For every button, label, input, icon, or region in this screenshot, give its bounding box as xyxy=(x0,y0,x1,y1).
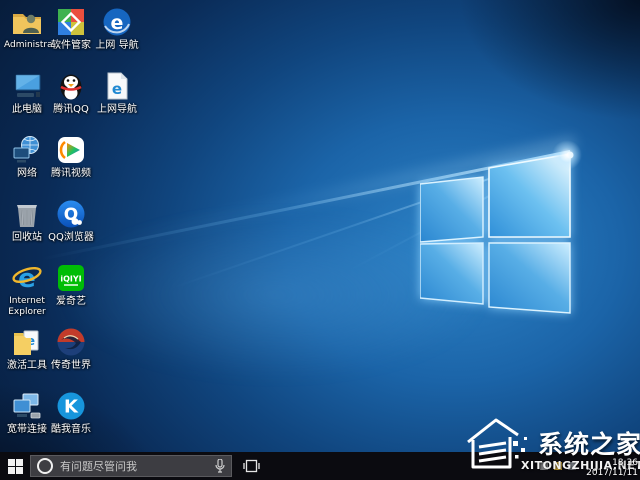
desktop-icon-kuwo-music[interactable]: K 酷我音乐 xyxy=(48,390,94,452)
windows-start-icon xyxy=(8,459,23,474)
icon-label: 宽带连接 xyxy=(4,424,50,435)
light-beam xyxy=(173,150,571,289)
desktop-icon-web-nav-round[interactable]: e 上网 导航 xyxy=(94,6,140,68)
tray-icon[interactable] xyxy=(554,462,562,470)
qq-penguin-icon xyxy=(55,70,87,102)
icon-label: 回收站 xyxy=(4,232,50,243)
svg-text:e: e xyxy=(112,80,122,98)
windows-hero-logo xyxy=(420,150,580,318)
internet-explorer-icon: e xyxy=(11,262,43,294)
tray-date: 2017/11/11 xyxy=(586,468,638,478)
cortana-search-box[interactable]: 有问题尽管问我 xyxy=(30,455,232,477)
web-navigation-icon: e xyxy=(101,6,133,38)
icon-label: 激活工具 xyxy=(4,360,50,371)
svg-text:iQIYI: iQIYI xyxy=(60,275,81,284)
network-icon xyxy=(11,134,43,166)
icon-label: 腾讯QQ xyxy=(48,104,94,115)
desktop: Administra... 此电脑 网络 回收站 e xyxy=(0,0,640,480)
icon-label: 此电脑 xyxy=(4,104,50,115)
light-beam xyxy=(41,150,571,261)
desktop-icon-this-pc[interactable]: 此电脑 xyxy=(4,70,50,132)
web-navigation-doc-icon: e xyxy=(101,70,133,102)
desktop-icon-software-manager[interactable]: 软件管家 xyxy=(48,6,94,68)
desktop-icon-tencent-qq[interactable]: 腾讯QQ xyxy=(48,70,94,132)
icon-label: 酷我音乐 xyxy=(48,424,94,435)
icon-label: 软件管家 xyxy=(48,40,94,51)
qq-browser-icon: Q xyxy=(55,198,87,230)
icon-label: 上网 导航 xyxy=(94,40,140,51)
icon-label: 腾讯视频 xyxy=(48,168,94,179)
wallpaper-glow xyxy=(60,210,490,380)
legend-world-game-icon xyxy=(55,326,87,358)
icon-label: 网络 xyxy=(4,168,50,179)
icon-label: 上网导航 xyxy=(94,104,140,115)
tencent-video-icon xyxy=(55,134,87,166)
user-folder-icon xyxy=(11,6,43,38)
task-view-button[interactable] xyxy=(236,452,266,480)
tray-clock[interactable]: 18:36 2017/11/11 xyxy=(586,458,638,478)
microphone-icon[interactable] xyxy=(215,459,225,473)
icon-label: QQ浏览器 xyxy=(48,232,94,243)
search-placeholder: 有问题尽管问我 xyxy=(60,458,215,474)
icon-label: 爱奇艺 xyxy=(48,296,94,307)
system-tray[interactable] xyxy=(540,452,576,480)
tray-icon[interactable] xyxy=(568,462,576,470)
desktop-icon-network[interactable]: 网络 xyxy=(4,134,50,196)
iqiyi-icon: iQIYI xyxy=(55,262,87,294)
desktop-icon-iqiyi[interactable]: iQIYI 爱奇艺 xyxy=(48,262,94,324)
desktop-icon-tencent-video[interactable]: 腾讯视频 xyxy=(48,134,94,196)
software-manager-icon xyxy=(55,6,87,38)
this-pc-icon xyxy=(11,70,43,102)
activation-tool-icon: e xyxy=(11,326,43,358)
svg-text:e: e xyxy=(111,12,124,34)
light-beam xyxy=(70,136,577,257)
taskbar: 有问题尽管问我 xyxy=(0,452,640,480)
desktop-icon-administrator[interactable]: Administra... xyxy=(4,6,50,68)
desktop-icon-activation-tool[interactable]: e 激活工具 xyxy=(4,326,50,388)
icon-label: Internet Explorer xyxy=(4,296,50,318)
start-button[interactable] xyxy=(0,452,30,480)
desktop-icon-qq-browser[interactable]: Q QQ浏览器 xyxy=(48,198,94,260)
desktop-icon-internet-explorer[interactable]: e Internet Explorer xyxy=(4,262,50,324)
kuwo-music-icon: K xyxy=(55,390,87,422)
desktop-icon-recycle-bin[interactable]: 回收站 xyxy=(4,198,50,260)
desktop-icon-legend-world[interactable]: 传奇世界 xyxy=(48,326,94,388)
cortana-icon xyxy=(37,458,53,474)
broadband-connection-icon xyxy=(11,390,43,422)
svg-text:K: K xyxy=(64,397,79,418)
desktop-icon-web-nav-doc[interactable]: e 上网导航 xyxy=(94,70,140,132)
recycle-bin-icon xyxy=(11,198,43,230)
wallpaper-flare xyxy=(552,140,582,170)
light-beam xyxy=(349,152,571,271)
icon-label: Administra... xyxy=(4,40,50,51)
icon-label: 传奇世界 xyxy=(48,360,94,371)
tray-time: 18:36 xyxy=(586,458,638,468)
task-view-icon xyxy=(243,459,260,473)
tray-icon[interactable] xyxy=(540,462,548,470)
desktop-icon-broadband[interactable]: 宽带连接 xyxy=(4,390,50,452)
